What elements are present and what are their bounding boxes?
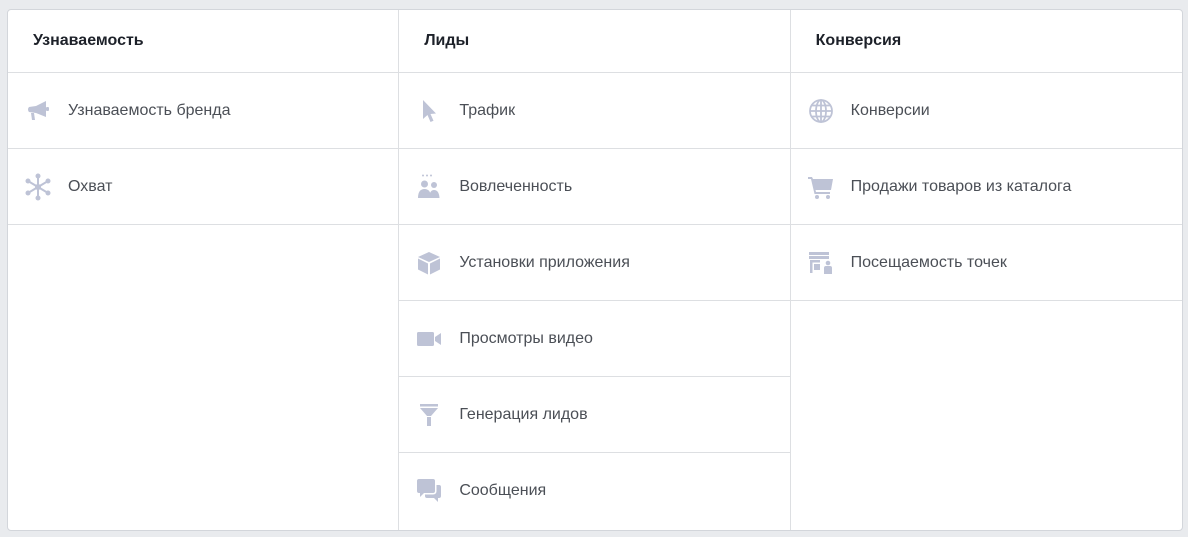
objective-label: Сообщения: [459, 482, 547, 499]
column-header-conversion: Конверсия: [790, 10, 1182, 73]
globe-icon: [805, 95, 837, 127]
asterisk-nodes-icon: [22, 171, 54, 203]
objective-catalog-sales[interactable]: Продажи товаров из каталога: [790, 149, 1182, 225]
megaphone-icon: [22, 95, 54, 127]
objective-label: Посещаемость точек: [850, 253, 1007, 271]
objective-lead-generation[interactable]: Генерация лидов: [399, 377, 790, 453]
column-conversion: Конверсия Конверсии Продажи товаров из к…: [790, 10, 1182, 530]
objective-label: Установки приложения: [459, 253, 630, 271]
objective-messages[interactable]: Сообщения: [399, 453, 789, 529]
objective-label: Конверсии: [850, 101, 930, 119]
cursor-icon: [413, 95, 445, 127]
objective-label: Узнаваемость бренда: [68, 101, 231, 119]
objective-traffic[interactable]: Трафик: [399, 73, 790, 149]
objective-label: Продажи товаров из каталога: [850, 177, 1072, 195]
objective-store-visits[interactable]: Посещаемость точек: [790, 225, 1182, 301]
people-icon: [413, 171, 445, 203]
objective-label: Вовлеченность: [459, 177, 573, 195]
column-header-awareness: Узнаваемость: [8, 10, 399, 73]
objective-label: Просмотры видео: [459, 329, 593, 347]
video-camera-icon: [413, 323, 445, 355]
box-icon: [413, 247, 445, 279]
column-header-leads: Лиды: [399, 10, 790, 73]
objective-label: Охват: [68, 177, 113, 195]
objective-table: Узнаваемость Узнаваемость бренда Охват Л…: [7, 9, 1183, 531]
objective-conversions[interactable]: Конверсии: [790, 73, 1182, 149]
objective-video-views[interactable]: Просмотры видео: [399, 301, 790, 377]
column-awareness: Узнаваемость Узнаваемость бренда Охват: [8, 10, 400, 530]
objective-label: Трафик: [459, 101, 516, 119]
chat-bubbles-icon: [413, 475, 445, 507]
funnel-icon: [413, 399, 445, 431]
objective-app-installs[interactable]: Установки приложения: [399, 225, 790, 301]
objective-label: Генерация лидов: [459, 405, 588, 423]
store-icon: [805, 247, 837, 279]
objective-brand-awareness[interactable]: Узнаваемость бренда: [8, 73, 399, 149]
shopping-cart-icon: [805, 171, 837, 203]
column-leads: Лиды Трафик Вовлеченность Установки прил…: [399, 10, 791, 530]
objective-engagement[interactable]: Вовлеченность: [399, 149, 790, 225]
objective-reach[interactable]: Охват: [8, 149, 399, 225]
